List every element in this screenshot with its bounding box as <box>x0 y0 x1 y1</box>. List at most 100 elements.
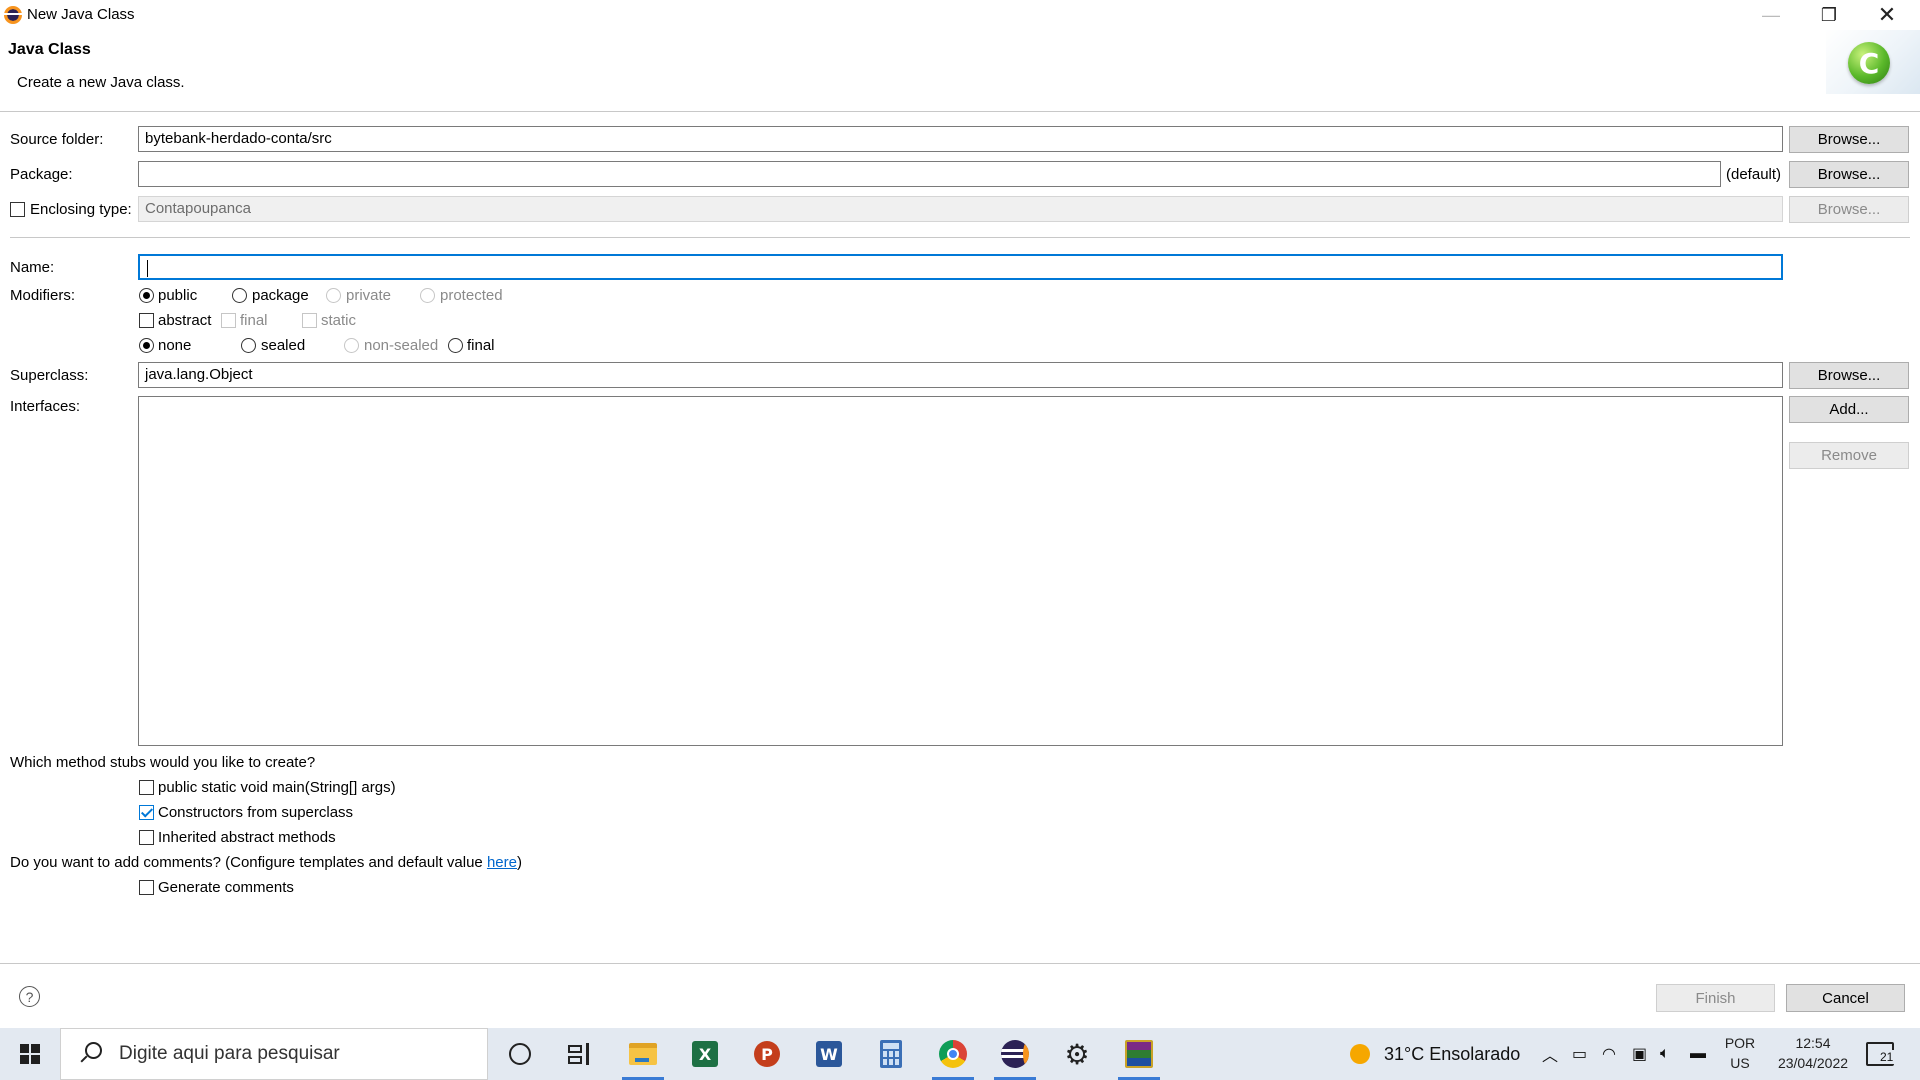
comments-question: Do you want to add comments? (Configure … <box>10 854 522 871</box>
new-class-icon: C <box>1848 42 1890 84</box>
text-cursor <box>147 259 148 277</box>
constructors-stub-label: Constructors from superclass <box>158 804 354 821</box>
source-folder-browse-button[interactable]: Browse... <box>1789 126 1909 153</box>
name-input[interactable] <box>138 254 1783 280</box>
clock-date: 23/04/2022 <box>1777 1055 1849 1071</box>
static-label: static <box>321 312 357 329</box>
calculator-icon[interactable] <box>866 1034 916 1074</box>
remove-interface-button[interactable]: Remove <box>1789 442 1909 469</box>
maximize-button[interactable]: ❐ <box>1800 0 1858 30</box>
modifier-protected-radio[interactable] <box>420 288 435 303</box>
file-explorer-icon[interactable] <box>618 1034 668 1080</box>
modifier-public-label: public <box>158 287 198 304</box>
final-checkbox[interactable] <box>221 313 236 328</box>
search-icon <box>77 1040 105 1068</box>
main-stub-checkbox[interactable] <box>139 780 154 795</box>
method-stubs-question: Which method stubs would you like to cre… <box>10 754 316 771</box>
separator <box>10 237 1910 238</box>
inheritance-none-label: none <box>158 337 192 354</box>
sun-icon <box>1350 1044 1370 1064</box>
modifiers-label: Modifiers: <box>10 287 76 304</box>
main-stub-label: public static void main(String[] args) <box>158 779 396 796</box>
minimize-button[interactable]: — <box>1742 0 1800 30</box>
inheritance-final-label: final <box>467 337 495 354</box>
inheritance-none-radio[interactable] <box>139 338 154 353</box>
volume-icon[interactable]: 🔈︎ <box>1660 1028 1670 1080</box>
inheritance-final-radio[interactable] <box>448 338 463 353</box>
wizard-banner: Java Class Create a new Java class. C <box>0 30 1920 112</box>
settings-icon[interactable]: ⚙ <box>1052 1034 1102 1074</box>
package-browse-button[interactable]: Browse... <box>1789 161 1909 188</box>
add-interface-button[interactable]: Add... <box>1789 396 1909 423</box>
source-folder-input[interactable]: bytebank-herdado-conta/src <box>138 126 1783 152</box>
chat-icon: 21 <box>1866 1042 1896 1066</box>
enclosing-type-checkbox[interactable] <box>10 202 25 217</box>
task-view-icon[interactable] <box>555 1034 605 1074</box>
enclosing-type-browse-button[interactable]: Browse... <box>1789 196 1909 223</box>
meet-now-icon[interactable]: ▭ <box>1572 1028 1587 1080</box>
superclass-browse-button[interactable]: Browse... <box>1789 362 1909 389</box>
taskbar-search[interactable]: Digite aqui para pesquisar <box>60 1028 488 1080</box>
weather-text: 31°C Ensolarado <box>1384 1043 1521 1064</box>
wifi-icon[interactable]: ◠ <box>1602 1028 1616 1080</box>
constructors-stub-checkbox[interactable] <box>139 805 154 820</box>
start-button[interactable] <box>0 1028 60 1080</box>
modifier-package-label: package <box>252 287 309 304</box>
modifier-package-radio[interactable] <box>232 288 247 303</box>
source-folder-label: Source folder: <box>10 131 104 148</box>
enclosing-type-input[interactable]: Contapoupanca <box>138 196 1783 222</box>
package-default-hint: (default) <box>1726 166 1782 183</box>
generate-comments-label: Generate comments <box>158 879 294 896</box>
inheritance-sealed-label: sealed <box>261 337 306 354</box>
inheritance-non-sealed-radio[interactable] <box>344 338 359 353</box>
language-indicator[interactable]: POR US <box>1720 1035 1760 1071</box>
winrar-icon[interactable] <box>1114 1034 1164 1080</box>
generate-comments-checkbox[interactable] <box>139 880 154 895</box>
word-icon[interactable]: W <box>804 1034 854 1074</box>
powerpoint-icon[interactable]: P <box>742 1034 792 1074</box>
footer-separator <box>0 963 1920 964</box>
interfaces-label: Interfaces: <box>10 398 81 415</box>
taskbar: Digite aqui para pesquisar X P W ⚙ 31°C … <box>0 1028 1920 1080</box>
name-label: Name: <box>10 259 55 276</box>
battery-icon[interactable]: ▬ <box>1690 1028 1706 1080</box>
static-checkbox[interactable] <box>302 313 317 328</box>
interfaces-list[interactable] <box>138 396 1783 746</box>
abstract-checkbox[interactable] <box>139 313 154 328</box>
eclipse-icon <box>4 6 22 24</box>
page-description: Create a new Java class. <box>17 74 185 91</box>
package-input[interactable] <box>138 161 1721 187</box>
inheritance-sealed-radio[interactable] <box>241 338 256 353</box>
abstract-label: abstract <box>158 312 212 329</box>
configure-templates-link[interactable]: here <box>487 854 517 871</box>
clock[interactable]: 12:54 23/04/2022 <box>1770 1035 1856 1071</box>
package-label: Package: <box>10 166 73 183</box>
chrome-icon[interactable] <box>928 1034 978 1080</box>
clock-time: 12:54 <box>1795 1035 1831 1051</box>
enclosing-type-label: Enclosing type: <box>30 201 132 218</box>
cortana-icon[interactable] <box>495 1034 545 1074</box>
modifier-public-radio[interactable] <box>139 288 154 303</box>
notifications-button[interactable]: 21 <box>1866 1028 1896 1080</box>
window-title: New Java Class <box>27 6 135 23</box>
inherited-methods-label: Inherited abstract methods <box>158 829 336 846</box>
finish-button[interactable]: Finish <box>1656 984 1775 1012</box>
excel-icon[interactable]: X <box>680 1034 730 1074</box>
cancel-button[interactable]: Cancel <box>1786 984 1905 1012</box>
network-icon[interactable]: ▣ <box>1632 1028 1647 1080</box>
eclipse-icon[interactable] <box>990 1034 1040 1080</box>
wizard-image: C <box>1826 30 1920 94</box>
superclass-label: Superclass: <box>10 367 89 384</box>
chevron-up-icon[interactable]: ︿ <box>1542 1028 1558 1080</box>
windows-icon <box>20 1044 40 1064</box>
close-button[interactable]: ✕ <box>1858 0 1916 30</box>
weather-widget[interactable]: 31°C Ensolarado <box>1350 1028 1520 1080</box>
modifier-private-radio[interactable] <box>326 288 341 303</box>
modifier-protected-label: protected <box>440 287 503 304</box>
modifier-private-label: private <box>346 287 392 304</box>
search-placeholder: Digite aqui para pesquisar <box>119 1043 340 1064</box>
inherited-methods-checkbox[interactable] <box>139 830 154 845</box>
help-icon[interactable]: ? <box>19 986 40 1007</box>
final-label: final <box>240 312 268 329</box>
superclass-input[interactable]: java.lang.Object <box>138 362 1783 388</box>
